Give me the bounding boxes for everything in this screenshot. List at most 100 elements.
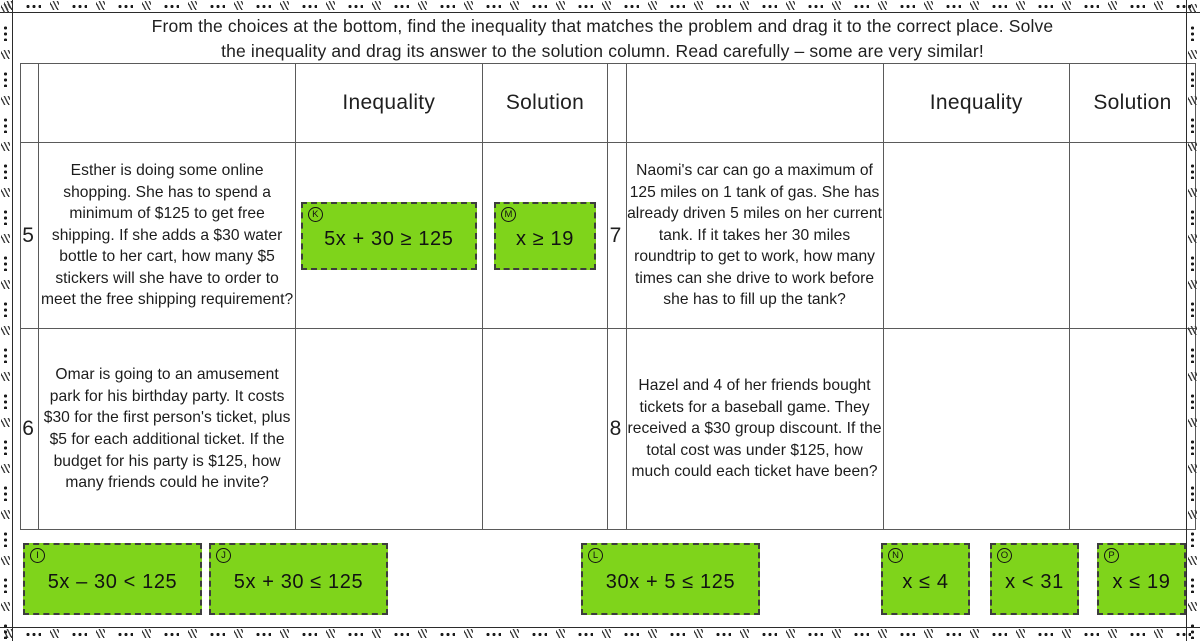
frame-edge-top: [0, 0, 1200, 14]
frame-hatch-mark: [138, 0, 184, 13]
frame-hatch-mark: [0, 184, 13, 230]
frame-hatch-mark: [1012, 628, 1058, 641]
tile-I[interactable]: I 5x – 30 < 125: [23, 543, 202, 615]
frame-hatch-mark: [782, 0, 828, 13]
tile-letter-badge: I: [30, 548, 45, 563]
tile-J[interactable]: J 5x + 30 ≤ 125: [209, 543, 388, 615]
header-inequality-right: Inequality: [882, 63, 1070, 143]
frame-hatch-mark: [690, 0, 736, 13]
tile-letter-badge: K: [307, 206, 323, 222]
frame-hatch-mark: [0, 628, 46, 641]
tile-N[interactable]: Nx ≤ 4: [881, 543, 970, 615]
frame-hatch-mark: [138, 628, 184, 641]
header-left-number-col: [19, 63, 40, 143]
header-right-number-col: [607, 63, 627, 143]
tile-letter-badge: J: [216, 548, 231, 563]
frame-hatch-mark: [184, 0, 230, 13]
frame-hatch-mark: [92, 628, 138, 641]
frame-hatch-mark: [1187, 0, 1200, 46]
tile-K[interactable]: K 5x + 30 ≥ 125: [300, 201, 477, 270]
tile-M[interactable]: M x ≥ 19: [493, 201, 596, 270]
frame-hatch-mark: [0, 0, 46, 13]
frame-hatch-mark: [230, 628, 276, 641]
frame-hatch-mark: [1150, 0, 1196, 13]
frame-hatch-mark: [1104, 628, 1150, 641]
dropzone-inequality-5[interactable]: K 5x + 30 ≥ 125: [295, 142, 483, 329]
tile-P[interactable]: Px ≤ 19: [1097, 543, 1186, 615]
frame-hatch-mark: [0, 46, 13, 92]
dropzone-inequality-7[interactable]: [882, 142, 1070, 329]
frame-hatch-mark: [690, 628, 736, 641]
worksheet-table: Inequality Solution Inequality Solution …: [19, 63, 1197, 530]
frame-hatch-mark: [1196, 0, 1200, 13]
frame-hatch-mark: [276, 0, 322, 13]
tile-expression: 5x + 30 ≥ 125: [324, 227, 454, 250]
frame-hatch-mark: [1058, 628, 1104, 641]
dropzone-solution-6[interactable]: [481, 328, 609, 530]
frame-hatch-mark: [506, 0, 552, 13]
frame-hatch-mark: [966, 628, 1012, 641]
problem-number-7: 7: [607, 142, 627, 329]
frame-hatch-mark: [322, 0, 368, 13]
frame-hatch-mark: [0, 368, 13, 414]
frame-hatch-mark: [92, 0, 138, 13]
frame-hatch-mark: [874, 0, 920, 13]
instructions-line-2: the inequality and drag its answer to th…: [221, 41, 984, 61]
frame-hatch-mark: [0, 138, 13, 184]
dropzone-inequality-6[interactable]: [295, 328, 483, 530]
tile-expression: 30x + 5 ≤ 125: [605, 571, 736, 593]
dropzone-solution-8[interactable]: [1068, 328, 1197, 530]
header-left-problem-col: [38, 63, 297, 143]
table-row: 5 Esther is doing some online shopping. …: [19, 142, 1197, 329]
tile-L[interactable]: L 30x + 5 ≤ 125: [581, 543, 760, 615]
problem-text-6: Omar is going to an amusement park for h…: [38, 328, 297, 530]
frame-hatch-mark: [1104, 0, 1150, 13]
frame-hatch-mark: [644, 0, 690, 13]
frame-hatch-mark: [460, 0, 506, 13]
frame-hatch-mark: [276, 628, 322, 641]
frame-hatch-mark: [46, 628, 92, 641]
frame-hatch-mark: [1196, 628, 1200, 641]
problem-number-5: 5: [19, 142, 40, 329]
tile-O[interactable]: Ox < 31: [990, 543, 1079, 615]
dropzone-inequality-8[interactable]: [882, 328, 1070, 530]
header-inequality-left: Inequality: [295, 63, 483, 143]
tile-letter-badge: M: [500, 206, 516, 222]
frame-hatch-mark: [368, 0, 414, 13]
tile-expression: 5x – 30 < 125: [47, 571, 178, 593]
frame-hatch-mark: [322, 628, 368, 641]
header-right-problem-col: [625, 63, 884, 143]
dropzone-solution-7[interactable]: [1068, 142, 1197, 329]
frame-hatch-mark: [0, 230, 13, 276]
tile-bank: I 5x – 30 < 125 J 5x + 30 ≤ 125 L 30x + 5 ≤ 1…: [0, 543, 1200, 617]
instructions-text: From the choices at the bottom, find the…: [60, 14, 1145, 64]
problem-number-6: 6: [19, 328, 40, 530]
problem-number-8: 8: [607, 328, 627, 530]
frame-hatch-mark: [874, 628, 920, 641]
frame-hatch-mark: [966, 0, 1012, 13]
frame-hatch-mark: [1012, 0, 1058, 13]
frame-hatch-mark: [552, 628, 598, 641]
frame-hatch-mark: [0, 0, 13, 46]
frame-hatch-mark: [0, 92, 13, 138]
tile-expression: 5x + 30 ≤ 125: [233, 571, 364, 593]
tile-expression: x < 31: [1005, 571, 1064, 593]
tile-letter-badge: L: [588, 548, 603, 563]
frame-hatch-mark: [230, 0, 276, 13]
frame-hatch-mark: [0, 322, 13, 368]
tile-letter-badge: O: [997, 548, 1012, 563]
frame-hatch-mark: [644, 628, 690, 641]
frame-hatch-mark: [598, 0, 644, 13]
frame-hatch-mark: [46, 0, 92, 13]
frame-hatch-mark: [736, 0, 782, 13]
dropzone-solution-5[interactable]: M x ≥ 19: [481, 142, 609, 329]
tile-letter-badge: P: [1104, 548, 1119, 563]
frame-edge-bottom: [0, 627, 1200, 641]
frame-hatch-mark: [598, 628, 644, 641]
frame-hatch-mark: [736, 628, 782, 641]
tile-expression: x ≤ 4: [902, 571, 949, 593]
header-solution-left: Solution: [481, 63, 609, 143]
frame-hatch-mark: [0, 460, 13, 506]
frame-hatch-mark: [460, 628, 506, 641]
tile-expression: x ≥ 19: [516, 227, 574, 250]
